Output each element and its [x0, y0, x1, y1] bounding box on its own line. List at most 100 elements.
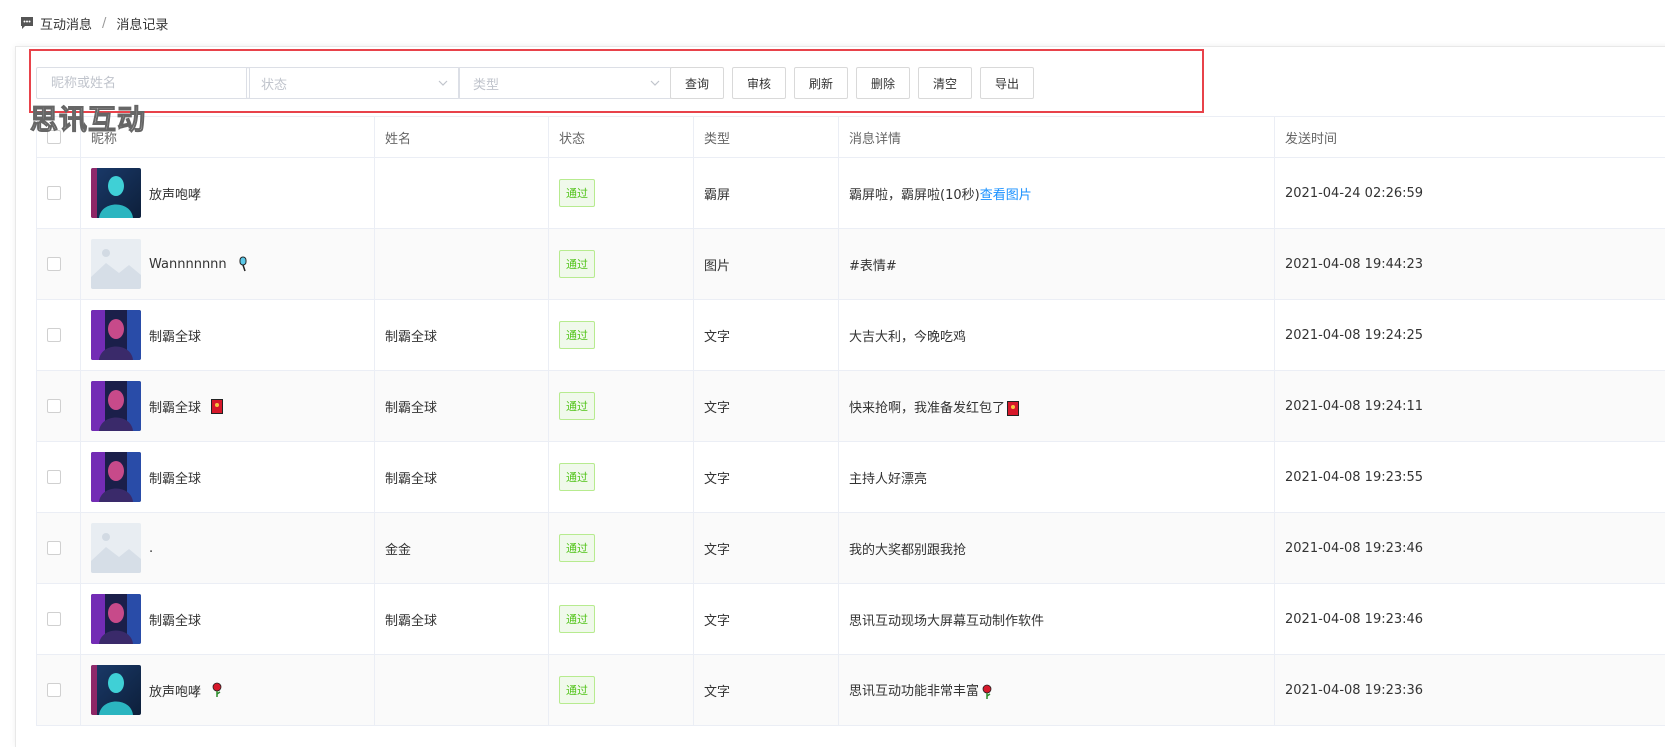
nickname-cell: 制霸全球	[81, 584, 375, 655]
nickname-cell: .	[81, 513, 375, 584]
nickname-text: Wannnnnnn	[149, 257, 227, 272]
row-checkbox[interactable]	[47, 257, 61, 271]
row-checkbox[interactable]	[47, 612, 61, 626]
rose-emoji-icon	[981, 684, 993, 700]
status-badge: 通过	[559, 676, 595, 704]
nickname-cell: 制霸全球	[81, 442, 375, 513]
chat-bubble-icon	[20, 16, 34, 30]
table-header-row: 昵称 姓名 状态 类型 消息详情 发送时间	[37, 117, 1665, 158]
type-select-placeholder: 类型	[473, 74, 499, 93]
table-row[interactable]: .金金通过文字我的大奖都别跟我抢2021-04-08 19:23:46	[37, 513, 1665, 584]
row-select-cell[interactable]	[37, 655, 81, 726]
type-cell: 文字	[694, 655, 839, 726]
table-row[interactable]: 放声咆哮 通过 霸屏霸屏啦，霸屏啦(10秒)查看图片2021-04-24 02:26…	[37, 158, 1665, 229]
row-select-cell[interactable]	[37, 371, 81, 442]
nickname-text: 制霸全球	[149, 397, 201, 416]
type-cell: 文字	[694, 300, 839, 371]
name-cell: 制霸全球	[375, 371, 549, 442]
column-header-type: 类型	[694, 117, 839, 158]
type-cell: 霸屏	[694, 158, 839, 229]
search-input[interactable]	[36, 67, 250, 99]
name-cell: 制霸全球	[375, 442, 549, 513]
table-row[interactable]: 制霸全球制霸全球通过文字思讯互动现场大屏幕互动制作软件2021-04-08 19…	[37, 584, 1665, 655]
nickname-text: 放声咆哮	[149, 681, 201, 700]
status-cell: 通过	[549, 229, 694, 300]
time-cell: 2021-04-08 19:23:36	[1275, 655, 1665, 726]
column-header-name: 姓名	[375, 117, 549, 158]
row-checkbox[interactable]	[47, 683, 61, 697]
rose-emoji-icon	[211, 682, 223, 698]
message-text: 主持人好漂亮	[849, 472, 927, 487]
message-cell: 大吉大利，今晚吃鸡	[839, 300, 1275, 371]
type-cell: 图片	[694, 229, 839, 300]
breadcrumb-separator: /	[102, 16, 106, 31]
row-select-cell[interactable]	[37, 584, 81, 655]
status-badge: 通过	[559, 179, 595, 207]
table-row[interactable]: 放声咆哮 通过 文字思讯互动功能非常丰富 2021-04-08 19:23:36	[37, 655, 1665, 726]
message-cell: #表情#	[839, 229, 1275, 300]
clear-button[interactable]: 清空	[918, 67, 972, 99]
row-select-cell[interactable]	[37, 300, 81, 371]
message-text: 我的大奖都别跟我抢	[849, 543, 966, 558]
name-cell	[375, 655, 549, 726]
time-cell: 2021-04-08 19:23:55	[1275, 442, 1665, 513]
name-cell: 制霸全球	[375, 300, 549, 371]
avatar	[91, 594, 141, 644]
column-header-time: 发送时间	[1275, 117, 1665, 158]
row-checkbox[interactable]	[47, 328, 61, 342]
avatar	[91, 381, 141, 431]
row-checkbox[interactable]	[47, 186, 61, 200]
status-cell: 通过	[549, 442, 694, 513]
status-select[interactable]: 状态	[246, 67, 460, 99]
breadcrumb: 互动消息 / 消息记录	[20, 12, 168, 34]
avatar	[91, 452, 141, 502]
message-text: 快来抢啊，我准备发红包了	[849, 401, 1005, 416]
row-checkbox[interactable]	[47, 470, 61, 484]
column-header-nickname: 昵称	[81, 117, 375, 158]
nickname-text: 制霸全球	[149, 326, 201, 345]
time-cell: 2021-04-08 19:23:46	[1275, 584, 1665, 655]
row-select-cell[interactable]	[37, 442, 81, 513]
column-header-status: 状态	[549, 117, 694, 158]
review-button[interactable]: 审核	[732, 67, 786, 99]
breadcrumb-item-interactive-messages[interactable]: 互动消息	[40, 14, 92, 33]
row-select-cell[interactable]	[37, 158, 81, 229]
table-row[interactable]: 制霸全球制霸全球通过文字主持人好漂亮2021-04-08 19:23:55	[37, 442, 1665, 513]
nickname-cell: 放声咆哮	[81, 655, 375, 726]
message-cell: 思讯互动现场大屏幕互动制作软件	[839, 584, 1275, 655]
nickname-text: 放声咆哮	[149, 184, 201, 203]
time-cell: 2021-04-08 19:24:25	[1275, 300, 1665, 371]
time-cell: 2021-04-24 02:26:59	[1275, 158, 1665, 229]
nickname-text: 制霸全球	[149, 468, 201, 487]
time-cell: 2021-04-08 19:23:46	[1275, 513, 1665, 584]
microphone-emoji-icon	[237, 256, 249, 272]
table-row[interactable]: 制霸全球制霸全球通过文字大吉大利，今晚吃鸡2021-04-08 19:24:25	[37, 300, 1665, 371]
message-cell: 思讯互动功能非常丰富	[839, 655, 1275, 726]
table-row[interactable]: Wannnnnnn通过图片#表情#2021-04-08 19:44:23	[37, 229, 1665, 300]
select-all-cell[interactable]	[37, 117, 81, 158]
export-button[interactable]: 导出	[980, 67, 1034, 99]
row-checkbox[interactable]	[47, 541, 61, 555]
type-select[interactable]: 类型	[458, 67, 672, 99]
status-badge: 通过	[559, 250, 595, 278]
refresh-button[interactable]: 刷新	[794, 67, 848, 99]
row-checkbox[interactable]	[47, 399, 61, 413]
delete-button[interactable]: 删除	[856, 67, 910, 99]
view-image-link[interactable]: 查看图片	[980, 188, 1032, 203]
status-cell: 通过	[549, 371, 694, 442]
status-badge: 通过	[559, 605, 595, 633]
table-row[interactable]: 制霸全球制霸全球通过文字快来抢啊，我准备发红包了2021-04-08 19:24…	[37, 371, 1665, 442]
nickname-cell: Wannnnnnn	[81, 229, 375, 300]
message-text: 思讯互动功能非常丰富	[849, 684, 979, 699]
status-cell: 通过	[549, 158, 694, 229]
type-cell: 文字	[694, 584, 839, 655]
message-text: 大吉大利，今晚吃鸡	[849, 330, 966, 345]
select-all-checkbox[interactable]	[47, 130, 61, 144]
row-select-cell[interactable]	[37, 229, 81, 300]
row-select-cell[interactable]	[37, 513, 81, 584]
status-cell: 通过	[549, 300, 694, 371]
message-cell: 霸屏啦，霸屏啦(10秒)查看图片	[839, 158, 1275, 229]
name-cell	[375, 158, 549, 229]
status-badge: 通过	[559, 463, 595, 491]
query-button[interactable]: 查询	[670, 67, 724, 99]
